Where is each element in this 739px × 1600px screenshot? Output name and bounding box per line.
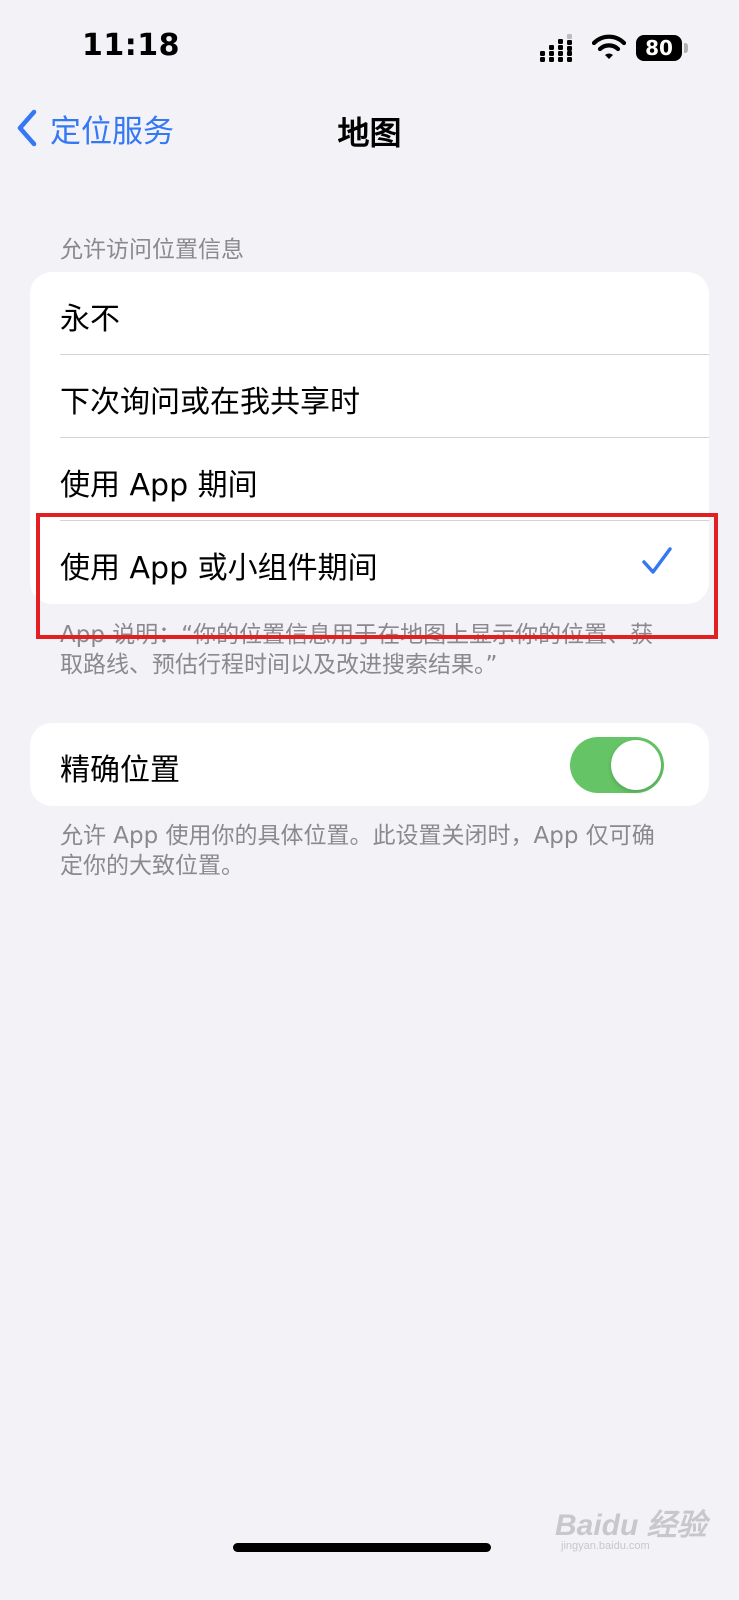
option-never[interactable]: 永不 — [30, 272, 709, 355]
precise-location-row: 精确位置 — [30, 723, 709, 806]
location-access-options: 永不 下次询问或在我共享时 使用 App 期间 使用 App 或小组件期间 — [30, 272, 709, 604]
toggle-knob — [611, 740, 661, 790]
baidu-watermark: Baidu 经验 jingyan.baidu.com — [555, 1500, 707, 1562]
wifi-icon — [592, 34, 626, 59]
app-usage-description: App 说明：“你的位置信息用于在地图上显示你的位置、获取路线、预估行程时间以及… — [60, 622, 654, 678]
watermark-logo: Baidu 经验 — [555, 1509, 707, 1542]
option-label: 使用 App 或小组件期间 — [60, 551, 378, 586]
battery-icon: 80 — [636, 35, 688, 61]
option-ask-next-time[interactable]: 下次询问或在我共享时 — [30, 355, 709, 438]
battery-level: 80 — [636, 35, 682, 61]
watermark-url: jingyan.baidu.com — [561, 1540, 650, 1552]
home-indicator[interactable] — [233, 1543, 491, 1552]
battery-tip — [684, 43, 688, 53]
option-while-using-app[interactable]: 使用 App 期间 — [30, 438, 709, 521]
precise-location-description: 允许 App 使用你的具体位置。此设置关闭时，App 仅可确定你的大致位置。 — [60, 823, 655, 879]
page-title: 地图 — [337, 114, 402, 152]
option-label: 下次询问或在我共享时 — [60, 385, 360, 420]
section-header-location-access: 允许访问位置信息 — [60, 237, 244, 263]
option-while-using-app-or-widgets[interactable]: 使用 App 或小组件期间 — [30, 521, 709, 604]
option-label: 使用 App 期间 — [60, 468, 258, 503]
precise-location-toggle[interactable] — [570, 737, 664, 793]
checkmark-icon — [642, 547, 672, 574]
signal-icon — [540, 34, 572, 62]
status-time: 11:18 — [82, 28, 180, 63]
precise-location-label: 精确位置 — [60, 753, 180, 788]
option-label: 永不 — [60, 302, 120, 337]
